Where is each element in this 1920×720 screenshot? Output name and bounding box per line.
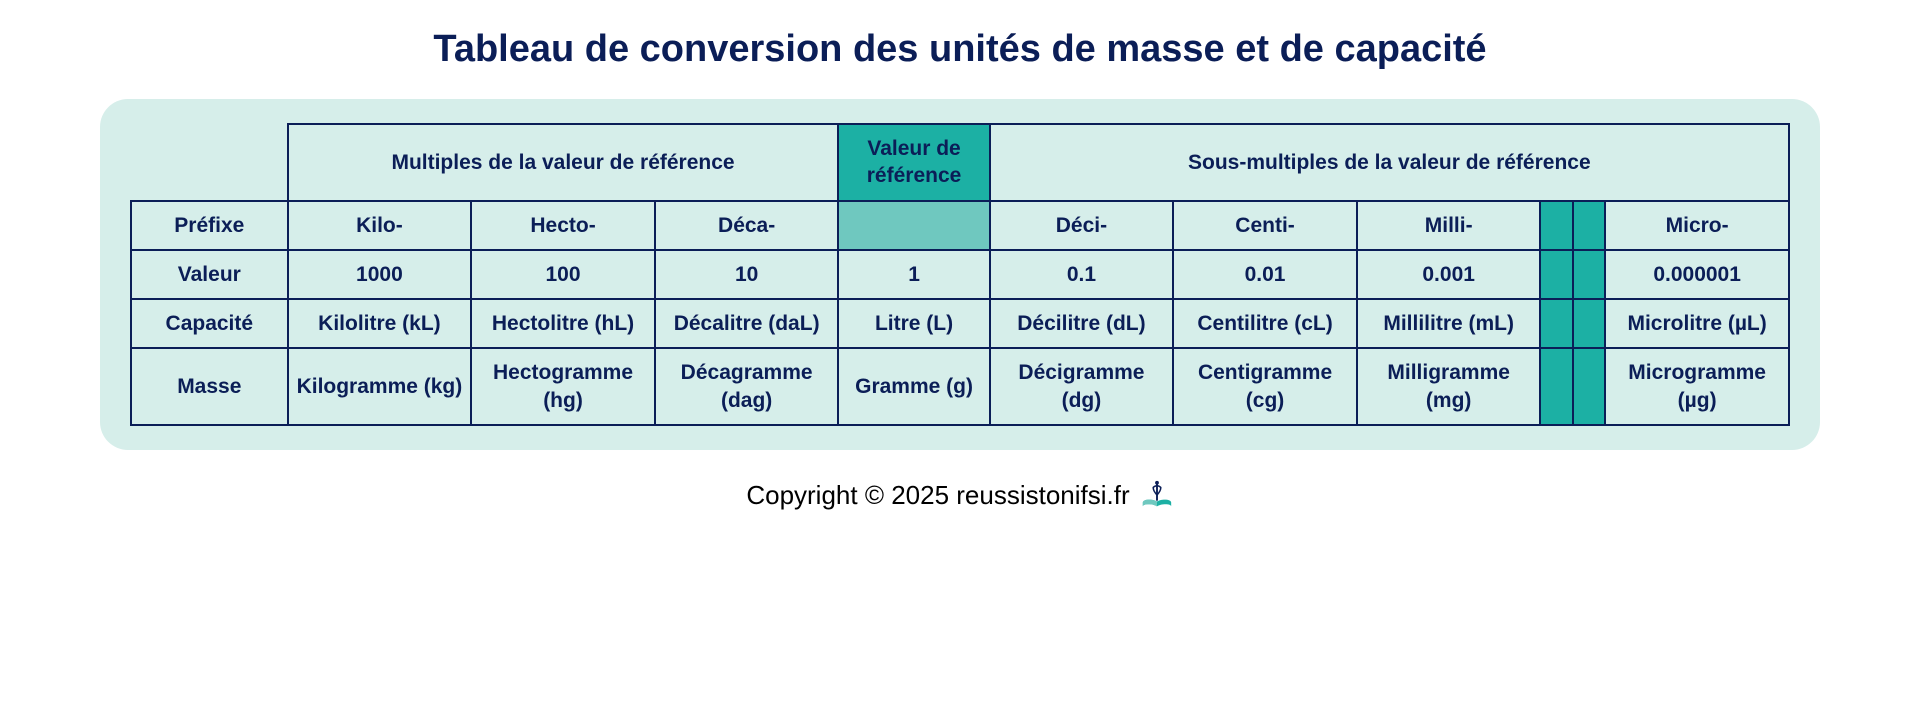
group-submultiples: Sous-multiples de la valeur de référence (990, 124, 1789, 201)
gap-cell (1573, 201, 1605, 250)
cell-deca-prefix: Déca- (655, 201, 839, 250)
gap-cell (1573, 250, 1605, 299)
row-mass: Masse Kilogramme (kg) Hectogramme (hg) D… (131, 348, 1789, 425)
cell-kilo-prefix: Kilo- (288, 201, 472, 250)
blank-corner (131, 124, 288, 201)
gap-cell (1573, 348, 1605, 425)
page-title: Tableau de conversion des unités de mass… (433, 28, 1486, 71)
row-value: Valeur 1000 100 10 1 0.1 0.01 0.001 0.00… (131, 250, 1789, 299)
row-label-prefix: Préfixe (131, 201, 288, 250)
cell-hecto-mass: Hectogramme (hg) (471, 348, 655, 425)
gap-cell (1540, 201, 1572, 250)
cell-hecto-value: 100 (471, 250, 655, 299)
cell-ref-value: 1 (838, 250, 989, 299)
cell-deci-capacity: Décilitre (dL) (990, 299, 1174, 348)
cell-kilo-capacity: Kilolitre (kL) (288, 299, 472, 348)
cell-ref-mass: Gramme (g) (838, 348, 989, 425)
book-medical-icon (1140, 478, 1174, 512)
cell-centi-value: 0.01 (1173, 250, 1357, 299)
row-prefix: Préfixe Kilo- Hecto- Déca- Déci- Centi- … (131, 201, 1789, 250)
cell-milli-value: 0.001 (1357, 250, 1541, 299)
cell-deci-prefix: Déci- (990, 201, 1174, 250)
conversion-table: Multiples de la valeur de référence Vale… (130, 123, 1790, 426)
cell-milli-mass: Milligramme (mg) (1357, 348, 1541, 425)
conversion-panel: Multiples de la valeur de référence Vale… (100, 99, 1820, 450)
cell-ref-capacity: Litre (L) (838, 299, 989, 348)
row-label-value: Valeur (131, 250, 288, 299)
row-label-mass: Masse (131, 348, 288, 425)
group-multiples: Multiples de la valeur de référence (288, 124, 839, 201)
cell-deca-value: 10 (655, 250, 839, 299)
gap-cell (1540, 250, 1572, 299)
cell-ref-prefix (838, 201, 989, 250)
cell-milli-capacity: Millilitre (mL) (1357, 299, 1541, 348)
footer-text: Copyright © 2025 reussistonifsi.fr (746, 480, 1129, 511)
cell-deci-mass: Décigramme (dg) (990, 348, 1174, 425)
cell-kilo-value: 1000 (288, 250, 472, 299)
cell-milli-prefix: Milli- (1357, 201, 1541, 250)
gap-cell (1540, 348, 1572, 425)
cell-micro-capacity: Microlitre (µL) (1605, 299, 1789, 348)
gap-cell (1540, 299, 1572, 348)
cell-deci-value: 0.1 (990, 250, 1174, 299)
cell-hecto-prefix: Hecto- (471, 201, 655, 250)
gap-cell (1573, 299, 1605, 348)
cell-deca-capacity: Décalitre (daL) (655, 299, 839, 348)
cell-centi-prefix: Centi- (1173, 201, 1357, 250)
group-header-row: Multiples de la valeur de référence Vale… (131, 124, 1789, 201)
row-capacity: Capacité Kilolitre (kL) Hectolitre (hL) … (131, 299, 1789, 348)
cell-micro-prefix: Micro- (1605, 201, 1789, 250)
footer: Copyright © 2025 reussistonifsi.fr (746, 478, 1173, 512)
cell-hecto-capacity: Hectolitre (hL) (471, 299, 655, 348)
cell-centi-capacity: Centilitre (cL) (1173, 299, 1357, 348)
cell-kilo-mass: Kilogramme (kg) (288, 348, 472, 425)
row-label-capacity: Capacité (131, 299, 288, 348)
cell-micro-mass: Microgramme (µg) (1605, 348, 1789, 425)
cell-deca-mass: Décagramme (dag) (655, 348, 839, 425)
group-reference: Valeur de référence (838, 124, 989, 201)
cell-micro-value: 0.000001 (1605, 250, 1789, 299)
cell-centi-mass: Centigramme (cg) (1173, 348, 1357, 425)
